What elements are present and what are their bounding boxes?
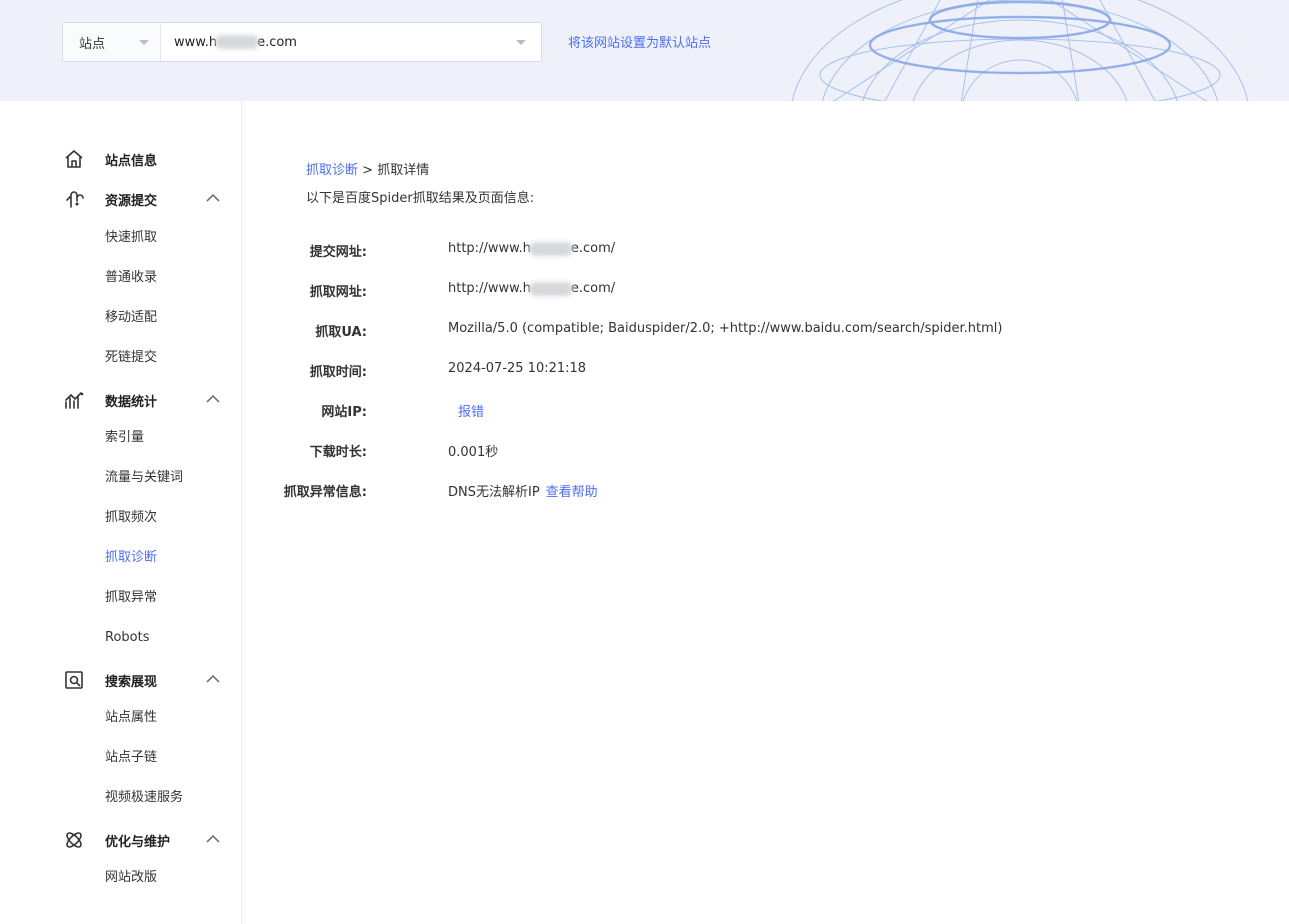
redacted-blur [528, 281, 573, 296]
sidebar-item-video-service[interactable]: 视频极速服务 [105, 788, 183, 808]
sidebar: 站点信息 资源提交 快速抓取 普通收录 移动适配 死链提交 数据统计 索引量 流… [0, 101, 242, 924]
error-text: DNS无法解析IP [448, 485, 540, 500]
field-submit-url: 提交网址: http://www.h e.com/ [243, 241, 1243, 261]
sidebar-item-site-revision[interactable]: 网站改版 [105, 868, 157, 888]
field-label: 提交网址: [309, 245, 367, 260]
field-value: 2024-07-25 10:21:18 [448, 361, 587, 376]
field-crawl-ua: 抓取UA: Mozilla/5.0 (compatible; Baiduspid… [243, 321, 1243, 341]
sidebar-item-mobile-adapt[interactable]: 移动适配 [105, 308, 157, 328]
sidebar-item-crawl-errors[interactable]: 抓取异常 [105, 588, 157, 608]
site-type-dropdown[interactable]: 站点 [63, 23, 161, 61]
set-default-site-link[interactable]: 将该网站设置为默认站点 [568, 32, 711, 51]
breadcrumb-separator: > [362, 163, 374, 178]
sidebar-group-resource-submit[interactable]: 资源提交 [0, 179, 241, 219]
sidebar-item-robots[interactable]: Robots [105, 628, 149, 648]
field-value: http://www.h e.com/ [448, 241, 616, 256]
site-selector: 站点 www.h e.com [62, 22, 542, 62]
globe-decoration [791, 0, 1249, 101]
field-value: 0.001秒 [448, 445, 499, 460]
sidebar-group-data-stats[interactable]: 数据统计 [0, 380, 241, 420]
main-content: 抓取诊断 > 抓取详情 以下是百度Spider抓取结果及页面信息: 提交网址: … [243, 101, 1289, 924]
sidebar-group-label: 站点信息 [105, 153, 158, 169]
site-url-dropdown[interactable]: www.h e.com [161, 23, 541, 61]
field-value: DNS无法解析IP 查看帮助 [448, 481, 598, 500]
sidebar-group-label: 资源提交 [105, 193, 158, 209]
sidebar-group-site-info[interactable]: 站点信息 [0, 139, 241, 179]
chevron-down-icon [139, 40, 149, 45]
sidebar-item-crawl-diagnosis[interactable]: 抓取诊断 [105, 548, 157, 568]
breadcrumb-current: 抓取详情 [377, 163, 430, 178]
sidebar-item-site-sublinks[interactable]: 站点子链 [105, 748, 157, 768]
sidebar-item-site-attributes[interactable]: 站点属性 [105, 708, 157, 728]
search-display-icon [65, 671, 83, 689]
breadcrumb: 抓取诊断 > 抓取详情 [306, 159, 429, 178]
chevron-down-icon [516, 40, 526, 45]
chevron-up-icon[interactable] [206, 394, 220, 404]
view-help-link[interactable]: 查看帮助 [546, 485, 598, 500]
sidebar-item-normal-index[interactable]: 普通收录 [105, 268, 157, 288]
site-url-prefix: www.h [174, 34, 218, 50]
sidebar-item-quick-crawl[interactable]: 快速抓取 [105, 228, 157, 248]
field-value: http://www.h e.com/ [448, 281, 616, 296]
sidebar-group-label: 优化与维护 [105, 834, 171, 850]
field-site-ip: 网站IP: 报错 [243, 401, 1243, 421]
field-download-time: 下载时长: 0.001秒 [243, 441, 1243, 461]
field-value: Mozilla/5.0 (compatible; Baiduspider/2.0… [448, 321, 1003, 336]
chevron-up-icon[interactable] [206, 834, 220, 844]
sidebar-item-crawl-frequency[interactable]: 抓取频次 [105, 508, 157, 528]
field-label: 网站IP: [321, 405, 367, 420]
home-icon [65, 150, 83, 168]
report-error-link[interactable]: 报错 [458, 405, 484, 420]
submit-icon [66, 191, 84, 208]
sidebar-item-index-volume[interactable]: 索引量 [105, 428, 144, 448]
sidebar-group-search-display[interactable]: 搜索展现 [0, 660, 241, 700]
sidebar-item-traffic-keywords[interactable]: 流量与关键词 [105, 468, 183, 488]
chevron-up-icon[interactable] [206, 674, 220, 684]
field-label: 抓取时间: [309, 365, 367, 380]
field-crawl-error: 抓取异常信息: DNS无法解析IP 查看帮助 [243, 481, 1243, 501]
chevron-up-icon[interactable] [206, 193, 220, 203]
field-label: 下载时长: [309, 445, 367, 460]
sidebar-group-optimize[interactable]: 优化与维护 [0, 820, 241, 860]
breadcrumb-link[interactable]: 抓取诊断 [306, 163, 358, 178]
field-label: 抓取异常信息: [283, 485, 367, 500]
redacted-blur [528, 241, 573, 256]
intro-text: 以下是百度Spider抓取结果及页面信息: [306, 191, 535, 206]
field-crawl-url: 抓取网址: http://www.h e.com/ [243, 281, 1243, 301]
sidebar-group-label: 搜索展现 [105, 674, 158, 690]
top-banner: 站点 www.h e.com 将该网站设置为默认站点 [0, 0, 1289, 101]
field-label: 抓取UA: [315, 325, 367, 340]
field-crawl-time: 抓取时间: 2024-07-25 10:21:18 [243, 361, 1243, 381]
stats-icon [65, 392, 84, 409]
redacted-blur [215, 35, 260, 49]
sidebar-group-label: 数据统计 [105, 394, 158, 410]
site-type-label: 站点 [79, 36, 106, 52]
field-label: 抓取网址: [309, 285, 367, 300]
atom-icon [66, 832, 82, 848]
field-value: 报错 [448, 401, 484, 420]
site-url-suffix: e.com [257, 34, 297, 50]
sidebar-item-dead-link[interactable]: 死链提交 [105, 348, 157, 368]
